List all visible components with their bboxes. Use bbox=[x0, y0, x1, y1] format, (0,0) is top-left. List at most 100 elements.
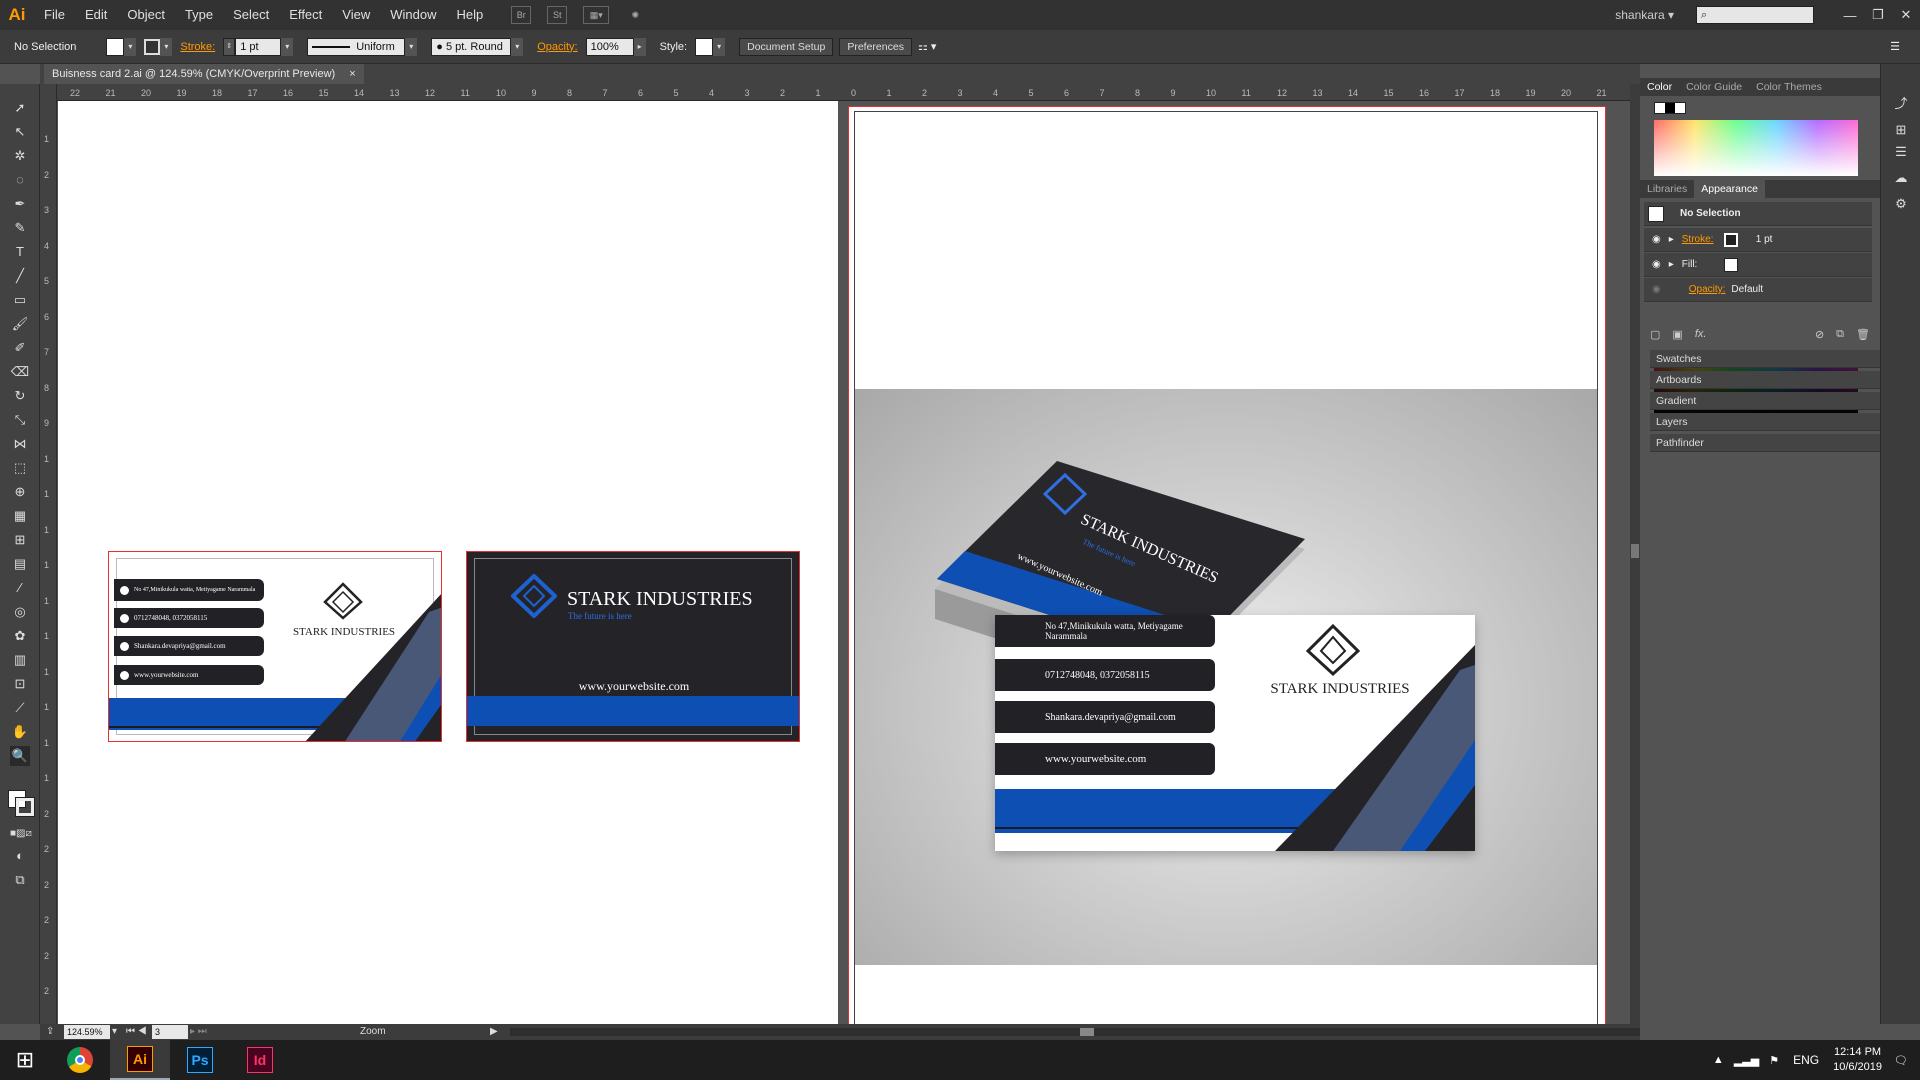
add-stroke-icon[interactable]: ▢ bbox=[1650, 328, 1660, 342]
paintbrush-tool-icon[interactable]: 🖌 bbox=[10, 314, 30, 334]
horizontal-scroll-thumb[interactable] bbox=[1080, 1028, 1094, 1036]
minimize-icon[interactable]: — bbox=[1836, 8, 1864, 23]
stroke-color-icon[interactable] bbox=[15, 797, 35, 817]
arrange-icon[interactable]: ⚏ ▾ bbox=[918, 40, 936, 53]
stroke-weight-field[interactable]: 1 pt bbox=[235, 37, 282, 56]
chrome-taskbar-icon[interactable] bbox=[50, 1047, 110, 1073]
eyedropper-tool-icon[interactable]: ⁄ bbox=[10, 578, 30, 598]
tab-color-themes[interactable]: Color Themes bbox=[1749, 81, 1829, 93]
menu-effect[interactable]: Effect bbox=[279, 0, 332, 30]
menu-edit[interactable]: Edit bbox=[75, 0, 117, 30]
indesign-taskbar-icon[interactable]: Id bbox=[230, 1047, 290, 1073]
delete-item-icon[interactable]: 🗑 bbox=[1856, 328, 1870, 342]
document-tab[interactable]: Buisness card 2.ai @ 124.59% (CMYK/Overp… bbox=[44, 64, 364, 84]
arrange-documents-icon[interactable]: ▦▾ bbox=[583, 6, 610, 24]
type-tool-icon[interactable]: T bbox=[10, 242, 30, 262]
lasso-tool-icon[interactable]: ◌ bbox=[10, 170, 30, 190]
export-icon[interactable]: ⤴ bbox=[1891, 94, 1911, 114]
magic-wand-tool-icon[interactable]: ✲ bbox=[10, 146, 30, 166]
stock-button[interactable]: St bbox=[547, 6, 568, 24]
menu-select[interactable]: Select bbox=[223, 0, 279, 30]
stroke-swatch-icon[interactable] bbox=[1723, 232, 1738, 247]
pathfinder-panel-header[interactable]: Pathfinder bbox=[1650, 434, 1880, 452]
business-card-back[interactable]: STARK INDUSTRIES The future is here www.… bbox=[466, 551, 800, 742]
tab-libraries[interactable]: Libraries bbox=[1640, 183, 1694, 195]
language-indicator[interactable]: ENG bbox=[1793, 1053, 1819, 1067]
windows-start-icon[interactable]: ⊞ bbox=[0, 1047, 50, 1073]
preferences-button[interactable]: Preferences bbox=[839, 37, 912, 56]
panel-menu-icon[interactable]: ☰ bbox=[1890, 40, 1900, 53]
shaper-tool-icon[interactable]: ✐ bbox=[10, 338, 30, 358]
appearance-stroke-row[interactable]: ◉ ▸ Stroke: 1 pt bbox=[1644, 228, 1872, 252]
brush-definition[interactable]: ● 5 pt. Round bbox=[431, 37, 512, 56]
stroke-weight-dropdown-icon[interactable]: ▾ bbox=[281, 37, 294, 56]
menu-type[interactable]: Type bbox=[175, 0, 223, 30]
gradient-tool-icon[interactable]: ▤ bbox=[10, 554, 30, 574]
menu-object[interactable]: Object bbox=[117, 0, 175, 30]
brush-dropdown-icon[interactable]: ▾ bbox=[511, 37, 524, 56]
horizontal-scrollbar[interactable] bbox=[510, 1028, 1640, 1036]
layers-panel-header[interactable]: Layers bbox=[1650, 413, 1880, 431]
vertical-scrollbar[interactable] bbox=[1630, 84, 1640, 1024]
search-input[interactable]: ⌕ bbox=[1696, 6, 1814, 24]
vertical-scroll-thumb[interactable] bbox=[1631, 544, 1639, 558]
document-setup-button[interactable]: Document Setup bbox=[739, 37, 834, 56]
selection-tool-icon[interactable]: ➚ bbox=[10, 98, 30, 118]
stroke-label[interactable]: Stroke: bbox=[180, 41, 215, 53]
zoom-dropdown-icon[interactable]: ▾ bbox=[112, 1026, 117, 1037]
style-swatch[interactable] bbox=[695, 37, 714, 56]
clock[interactable]: 12:14 PM 10/6/2019 bbox=[1833, 1045, 1882, 1075]
gradient-panel-header[interactable]: Gradient bbox=[1650, 392, 1880, 410]
line-tool-icon[interactable]: ╱ bbox=[10, 266, 30, 286]
scale-tool-icon[interactable]: ⤡ bbox=[10, 410, 30, 430]
rectangle-tool-icon[interactable]: ▭ bbox=[10, 290, 30, 310]
align-icon[interactable]: ☰ bbox=[1891, 142, 1911, 162]
width-tool-icon[interactable]: ⋈ bbox=[10, 434, 30, 454]
menu-window[interactable]: Window bbox=[380, 0, 446, 30]
color-mode-icons[interactable]: ■▨⧄ bbox=[10, 824, 32, 844]
fill-dropdown-icon[interactable]: ▾ bbox=[124, 37, 137, 56]
menu-view[interactable]: View bbox=[332, 0, 380, 30]
gpu-performance-icon[interactable]: ✺ bbox=[625, 6, 645, 24]
libraries-icon[interactable]: ☁ bbox=[1891, 168, 1911, 188]
perspective-grid-tool-icon[interactable]: ▦ bbox=[10, 506, 30, 526]
document-tab-close-icon[interactable]: × bbox=[349, 64, 355, 84]
menu-file[interactable]: File bbox=[34, 0, 75, 30]
network-icon[interactable]: ▂▃▅ bbox=[1734, 1054, 1759, 1067]
duplicate-item-icon[interactable]: ⧉ bbox=[1836, 328, 1844, 342]
style-dropdown-icon[interactable]: ▾ bbox=[713, 37, 726, 56]
symbol-sprayer-tool-icon[interactable]: ✿ bbox=[10, 626, 30, 646]
direct-selection-tool-icon[interactable]: ↖ bbox=[10, 122, 30, 142]
expand-arrow-icon[interactable]: ▸ bbox=[1669, 259, 1674, 270]
pen-tool-icon[interactable]: ✒ bbox=[10, 194, 30, 214]
zoom-level-field[interactable]: 124.59% bbox=[64, 1025, 110, 1039]
close-icon[interactable]: ✕ bbox=[1892, 7, 1920, 23]
fill-swatch[interactable] bbox=[106, 37, 125, 56]
appearance-fill-row[interactable]: ◉ ▸ Fill: bbox=[1644, 253, 1872, 277]
first-artboard-icon[interactable]: ⏮ ◀ bbox=[126, 1026, 147, 1037]
clear-appearance-icon[interactable]: ⊘ bbox=[1815, 328, 1824, 342]
tab-appearance[interactable]: Appearance bbox=[1694, 180, 1765, 198]
shape-builder-tool-icon[interactable]: ⊕ bbox=[10, 482, 30, 502]
illustrator-taskbar-icon[interactable]: Ai bbox=[110, 1040, 170, 1080]
swatches-panel-header[interactable]: Swatches bbox=[1650, 350, 1880, 368]
artboards-panel-header[interactable]: Artboards bbox=[1650, 371, 1880, 389]
opacity-field[interactable]: 100% bbox=[585, 37, 634, 56]
color-none-black-white-swatches[interactable] bbox=[1654, 102, 1686, 114]
opacity-label[interactable]: Opacity: bbox=[537, 41, 577, 53]
canvas[interactable]: No 47,Minikukula watta, Metiyagame Naram… bbox=[58, 101, 1630, 1024]
appearance-icon[interactable]: ⚙ bbox=[1891, 194, 1911, 214]
tab-color[interactable]: Color bbox=[1640, 81, 1679, 93]
stroke-dropdown-icon[interactable]: ▾ bbox=[160, 37, 173, 56]
user-name[interactable]: shankara ▾ bbox=[1615, 8, 1674, 22]
profile-dropdown-icon[interactable]: ▾ bbox=[405, 37, 418, 56]
eraser-tool-icon[interactable]: ⌫ bbox=[10, 362, 30, 382]
screen-mode-icon[interactable]: ⧉ bbox=[10, 870, 30, 890]
artboards-icon[interactable]: ⊞ bbox=[1891, 120, 1911, 140]
restore-icon[interactable]: ❐ bbox=[1864, 7, 1892, 23]
visibility-eye-icon[interactable]: ◉ bbox=[1652, 234, 1661, 245]
flag-icon[interactable]: ⚑ bbox=[1769, 1054, 1779, 1067]
expand-arrow-icon[interactable]: ▸ bbox=[1669, 234, 1674, 245]
slice-tool-icon[interactable]: ⟋ bbox=[10, 698, 30, 718]
stroke-stepper[interactable]: ⇕ bbox=[223, 37, 236, 56]
